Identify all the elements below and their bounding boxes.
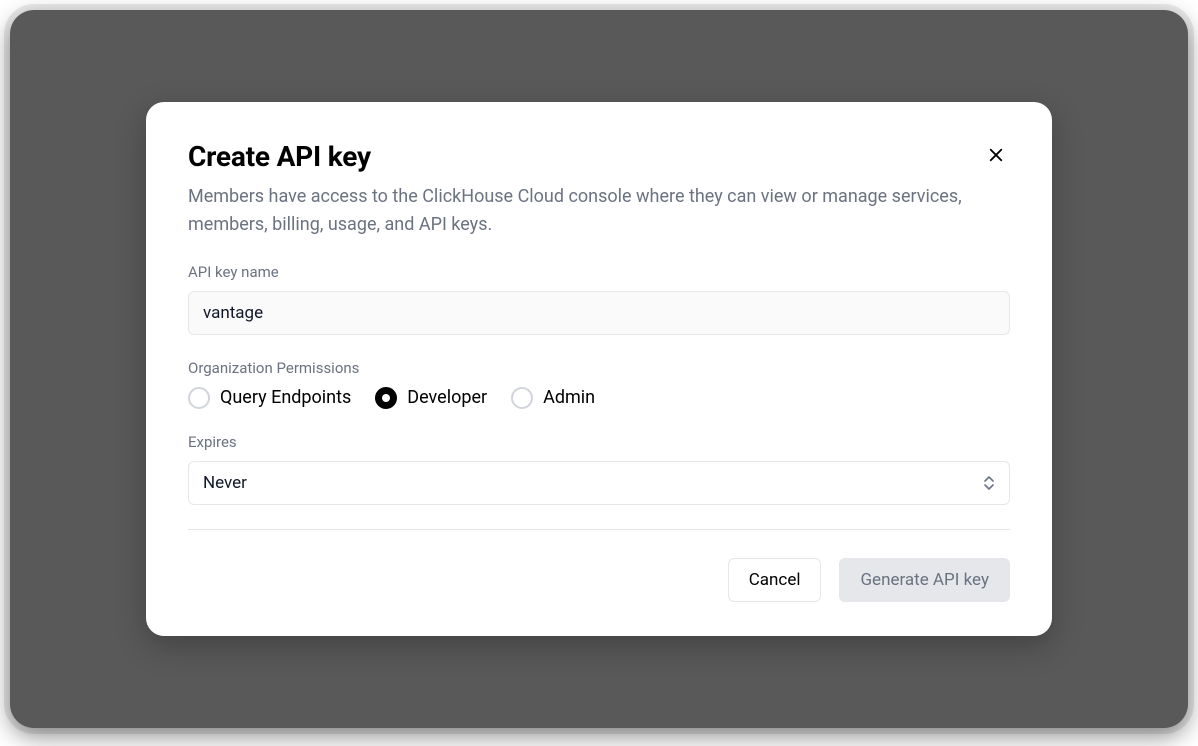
close-icon xyxy=(987,146,1005,167)
expires-select-wrap: Never xyxy=(188,461,1010,505)
expires-value: Never xyxy=(203,473,247,493)
divider xyxy=(188,529,1010,530)
radio-icon xyxy=(511,387,533,409)
radio-label: Admin xyxy=(543,387,595,408)
radio-label: Developer xyxy=(407,387,487,408)
cancel-button[interactable]: Cancel xyxy=(728,558,822,602)
org-permissions-label: Organization Permissions xyxy=(188,359,1010,377)
close-button[interactable] xyxy=(982,142,1010,170)
radio-label: Query Endpoints xyxy=(220,387,351,408)
modal-header: Create API key xyxy=(188,140,1010,173)
modal-title: Create API key xyxy=(188,140,371,173)
generate-api-key-button[interactable]: Generate API key xyxy=(839,558,1010,602)
modal-footer: Cancel Generate API key xyxy=(188,558,1010,602)
modal-backdrop: Create API key Members have access to th… xyxy=(10,10,1188,728)
api-key-name-input[interactable] xyxy=(188,291,1010,335)
chevron-up-down-icon xyxy=(983,475,995,491)
expires-select[interactable]: Never xyxy=(188,461,1010,505)
api-key-name-label: API key name xyxy=(188,263,1010,281)
modal-description: Members have access to the ClickHouse Cl… xyxy=(188,183,988,239)
radio-query-endpoints[interactable]: Query Endpoints xyxy=(188,387,351,409)
org-permissions-group: Query Endpoints Developer Admin xyxy=(188,387,1010,409)
radio-admin[interactable]: Admin xyxy=(511,387,595,409)
create-api-key-modal: Create API key Members have access to th… xyxy=(146,102,1052,636)
radio-icon xyxy=(375,387,397,409)
expires-label: Expires xyxy=(188,433,1010,451)
radio-developer[interactable]: Developer xyxy=(375,387,487,409)
radio-icon xyxy=(188,387,210,409)
